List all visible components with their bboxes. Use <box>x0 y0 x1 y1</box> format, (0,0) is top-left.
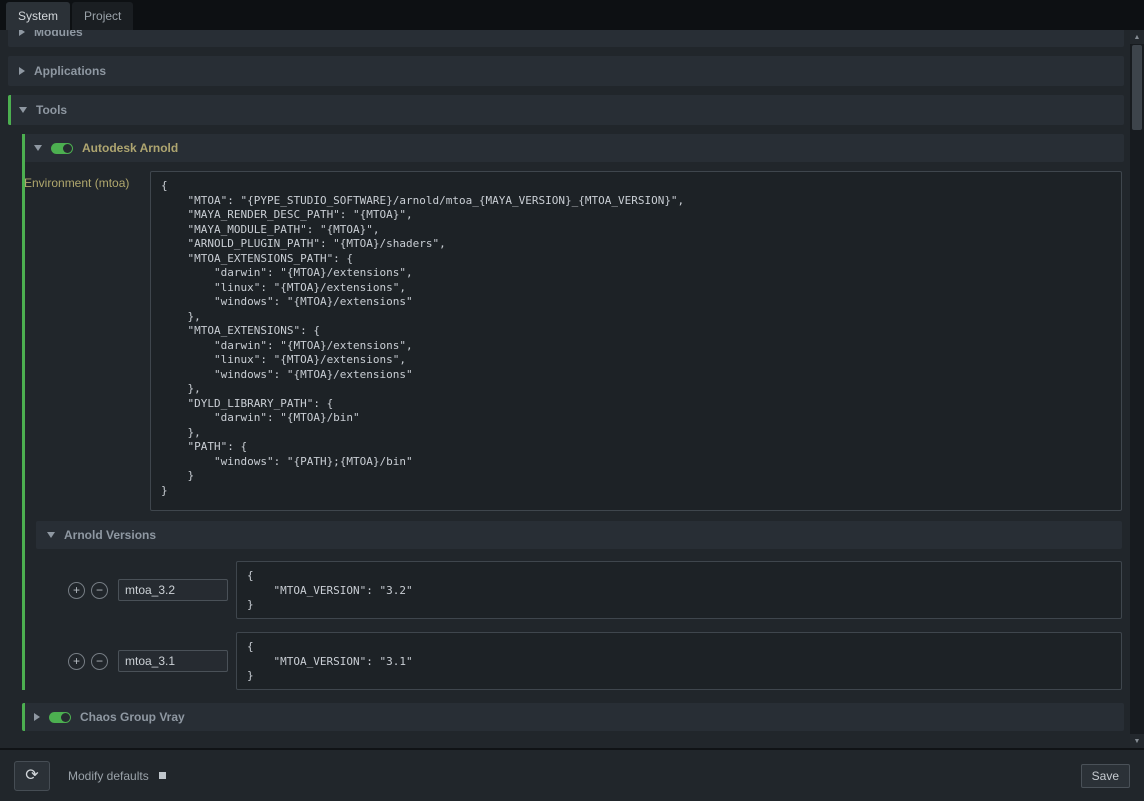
scrollbar[interactable]: ▲ ▼ <box>1130 30 1144 748</box>
collapse-arrow-icon <box>34 145 42 151</box>
version-row: + − { "MTOA_VERSION": "3.1" } <box>36 632 1122 690</box>
refresh-icon: ⟳ <box>25 767 38 784</box>
scrollbar-thumb[interactable] <box>1132 45 1142 130</box>
settings-window: System Project Modules Applications Tool… <box>0 0 1144 801</box>
modified-indicator <box>8 95 11 125</box>
expand-arrow-icon <box>19 67 25 75</box>
expand-arrow-icon <box>34 713 40 721</box>
add-version-button[interactable]: + <box>68 653 85 670</box>
enabled-toggle[interactable] <box>51 143 73 154</box>
section-title-applications: Applications <box>34 64 106 78</box>
main-tabbar: System Project <box>0 0 1144 30</box>
enabled-toggle[interactable] <box>49 712 71 723</box>
group-title-vray: Chaos Group Vray <box>80 710 185 724</box>
save-button[interactable]: Save <box>1081 764 1130 788</box>
section-title-tools: Tools <box>36 103 67 117</box>
modified-indicator <box>22 703 25 731</box>
subsection-header-arnold-versions[interactable]: Arnold Versions <box>36 521 1122 549</box>
version-value-textarea[interactable]: { "MTOA_VERSION": "3.2" } <box>236 561 1122 619</box>
environment-row: Environment (mtoa) { "MTOA": "{PYPE_STUD… <box>24 171 1124 511</box>
collapse-arrow-icon <box>19 107 27 113</box>
plus-icon: + <box>73 583 80 597</box>
remove-version-button[interactable]: − <box>91 582 108 599</box>
environment-textarea[interactable]: { "MTOA": "{PYPE_STUDIO_SOFTWARE}/arnold… <box>150 171 1122 511</box>
scrollbar-up-button[interactable]: ▲ <box>1130 30 1144 44</box>
group-header-arnold[interactable]: Autodesk Arnold <box>22 134 1124 162</box>
collapse-arrow-icon <box>47 532 55 538</box>
subsection-title-arnold-versions: Arnold Versions <box>64 528 156 542</box>
vray-group: Chaos Group Vray <box>22 703 1124 731</box>
remove-version-button[interactable]: − <box>91 653 108 670</box>
modified-indicator <box>22 134 25 690</box>
environment-label: Environment (mtoa) <box>24 171 150 190</box>
arnold-versions-subsection: Arnold Versions + − { "MTOA_VERSION": "3… <box>36 521 1124 690</box>
group-header-vray[interactable]: Chaos Group Vray <box>22 703 1124 731</box>
scrollbar-track[interactable] <box>1130 44 1144 734</box>
section-header-modules[interactable]: Modules <box>8 30 1124 47</box>
tools-body: Autodesk Arnold Environment (mtoa) { "MT… <box>22 134 1124 731</box>
group-title-arnold: Autodesk Arnold <box>82 141 178 155</box>
expand-arrow-icon <box>19 30 25 36</box>
minus-icon: − <box>96 654 103 668</box>
scrollbar-down-button[interactable]: ▼ <box>1130 734 1144 748</box>
arnold-group: Autodesk Arnold Environment (mtoa) { "MT… <box>22 134 1124 690</box>
settings-content: Modules Applications Tools <box>0 30 1144 748</box>
modify-defaults-label: Modify defaults <box>68 769 149 783</box>
section-title-modules: Modules <box>34 30 83 39</box>
section-header-tools[interactable]: Tools <box>8 95 1124 125</box>
refresh-button[interactable]: ⟳ <box>14 761 50 791</box>
minus-icon: − <box>96 583 103 597</box>
footer: ⟳ Modify defaults Save <box>0 748 1144 801</box>
tab-project[interactable]: Project <box>72 2 133 30</box>
settings-scroll-area: Modules Applications Tools <box>0 30 1130 748</box>
section-header-applications[interactable]: Applications <box>8 56 1124 86</box>
tab-system[interactable]: System <box>6 2 70 30</box>
version-row: + − { "MTOA_VERSION": "3.2" } <box>36 561 1122 619</box>
add-version-button[interactable]: + <box>68 582 85 599</box>
version-value-textarea[interactable]: { "MTOA_VERSION": "3.1" } <box>236 632 1122 690</box>
version-key-input[interactable] <box>118 579 228 601</box>
version-key-input[interactable] <box>118 650 228 672</box>
modify-defaults-checkbox[interactable] <box>159 772 166 779</box>
plus-icon: + <box>73 654 80 668</box>
